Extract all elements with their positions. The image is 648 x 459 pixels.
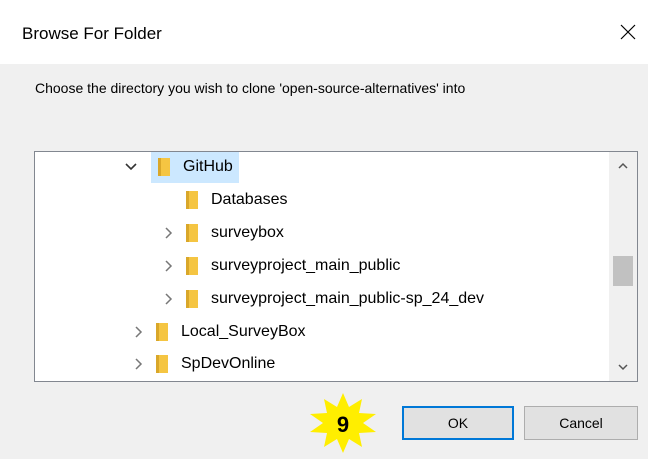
folder-icon (158, 157, 170, 176)
dialog-prompt: Choose the directory you wish to clone '… (35, 80, 466, 96)
collapsed-chevron-icon[interactable] (160, 258, 176, 274)
tree-item-databases[interactable]: Databases (183, 183, 288, 216)
dialog-content: Choose the directory you wish to clone '… (0, 64, 648, 459)
step-number-badge: 9 (310, 393, 376, 453)
tree-item-label: surveyproject_main_public (211, 256, 401, 274)
step-number: 9 (337, 412, 349, 437)
scroll-up-button[interactable] (609, 152, 637, 180)
tree-item-label: surveybox (211, 223, 284, 241)
chevron-up-icon (618, 162, 628, 169)
tree-item-spdevonline[interactable]: SpDevOnline (130, 347, 275, 380)
close-icon (620, 24, 636, 40)
selection-highlight: GitHub (151, 152, 239, 183)
chevron-down-icon (618, 364, 628, 371)
folder-icon (186, 223, 198, 242)
vertical-scrollbar[interactable] (609, 152, 637, 381)
cancel-button[interactable]: Cancel (524, 406, 638, 440)
browse-for-folder-dialog: Browse For Folder Choose the directory y… (0, 0, 648, 459)
tree-item-label: GitHub (183, 157, 233, 175)
collapsed-chevron-icon[interactable] (130, 356, 146, 372)
tree-item-label: SpDevOnline (181, 354, 276, 372)
tree-item-label: Local_SurveyBox (181, 322, 306, 340)
dialog-title: Browse For Folder (22, 24, 162, 43)
collapsed-chevron-icon[interactable] (160, 225, 176, 241)
folder-tree[interactable]: GitHub Databases surveybox surveyproject… (34, 151, 638, 382)
folder-icon (156, 354, 168, 373)
title-bar: Browse For Folder (0, 0, 648, 64)
close-button[interactable] (610, 14, 646, 50)
tree-item-surveyproject-main-public[interactable]: surveyproject_main_public (160, 249, 400, 282)
tree-item-surveybox[interactable]: surveybox (160, 216, 284, 249)
tree-item-surveyproject-main-public-sp-24-dev[interactable]: surveyproject_main_public-sp_24_dev (160, 282, 484, 315)
folder-icon (186, 190, 198, 209)
folder-icon (186, 289, 198, 308)
folder-icon (156, 322, 168, 341)
tree-item-label: Databases (211, 190, 288, 208)
folder-icon (186, 256, 198, 275)
collapsed-chevron-icon[interactable] (160, 291, 176, 307)
tree-item-label: surveyproject_main_public-sp_24_dev (211, 289, 485, 307)
expanded-chevron-icon[interactable] (123, 159, 139, 175)
tree-item-github[interactable]: GitHub (123, 152, 239, 183)
tree-item-local-surveybox[interactable]: Local_SurveyBox (130, 315, 306, 348)
scroll-down-button[interactable] (609, 353, 637, 381)
collapsed-chevron-icon[interactable] (130, 324, 146, 340)
ok-button[interactable]: OK (402, 406, 514, 440)
scroll-thumb[interactable] (613, 256, 633, 286)
